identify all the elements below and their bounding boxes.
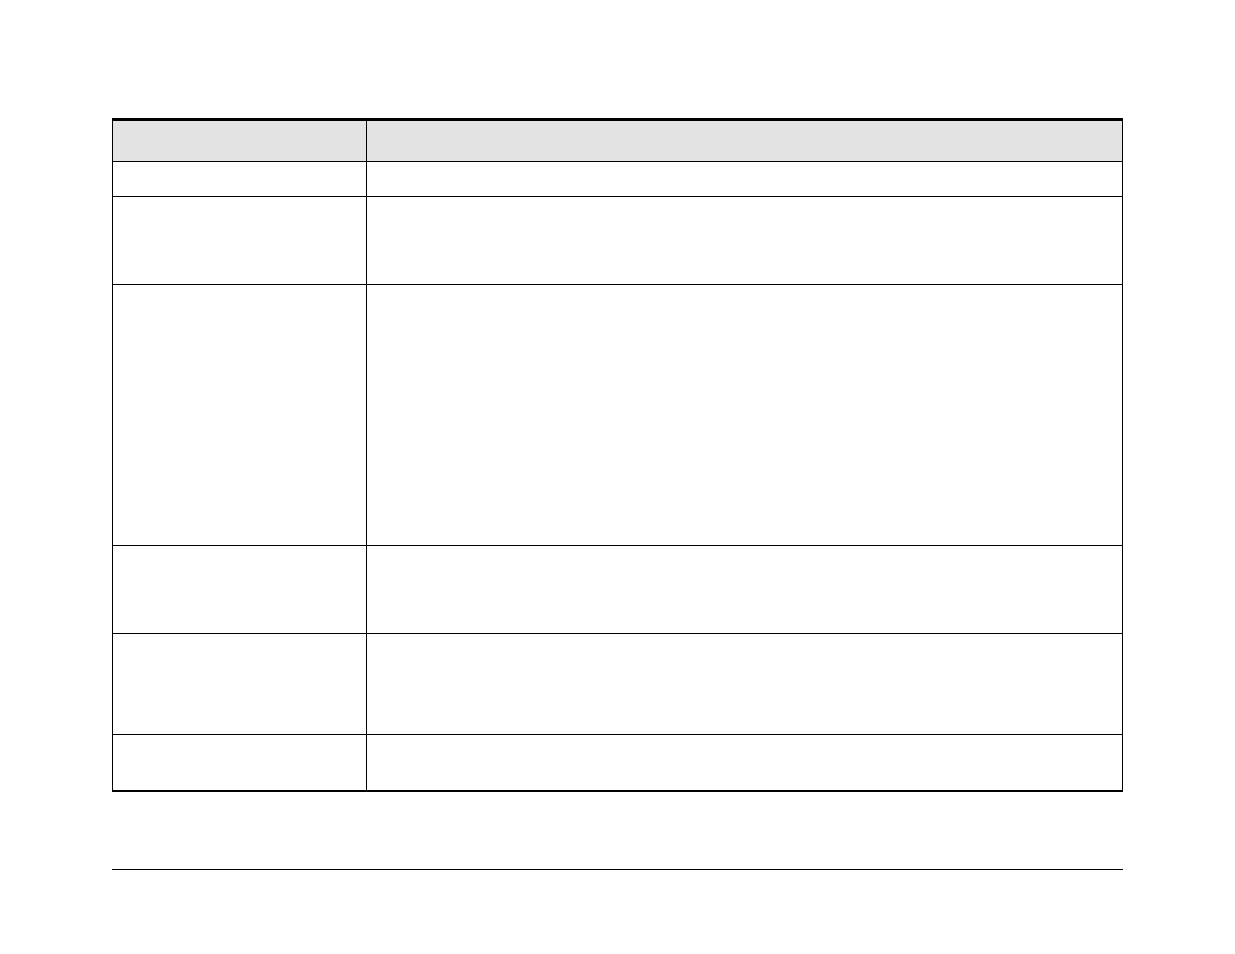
table-row — [113, 735, 1123, 791]
table-cell — [366, 285, 1122, 546]
table-header-row — [113, 121, 1123, 162]
table-cell — [366, 546, 1122, 634]
table-cell — [366, 162, 1122, 197]
table-cell — [366, 634, 1122, 735]
table-cell — [113, 546, 367, 634]
table-cell — [113, 197, 367, 285]
table-cell — [113, 634, 367, 735]
table-header-cell — [366, 121, 1122, 162]
table-row — [113, 634, 1123, 735]
table-row — [113, 162, 1123, 197]
table-cell — [366, 735, 1122, 791]
table-row — [113, 197, 1123, 285]
table-row — [113, 546, 1123, 634]
table-cell — [113, 162, 367, 197]
footer-rule — [112, 869, 1123, 870]
table-cell — [113, 735, 367, 791]
document-page — [0, 0, 1235, 954]
table-header-cell — [113, 121, 367, 162]
table-row — [113, 285, 1123, 546]
data-table — [112, 118, 1123, 792]
table-cell — [366, 197, 1122, 285]
table-cell — [113, 285, 367, 546]
